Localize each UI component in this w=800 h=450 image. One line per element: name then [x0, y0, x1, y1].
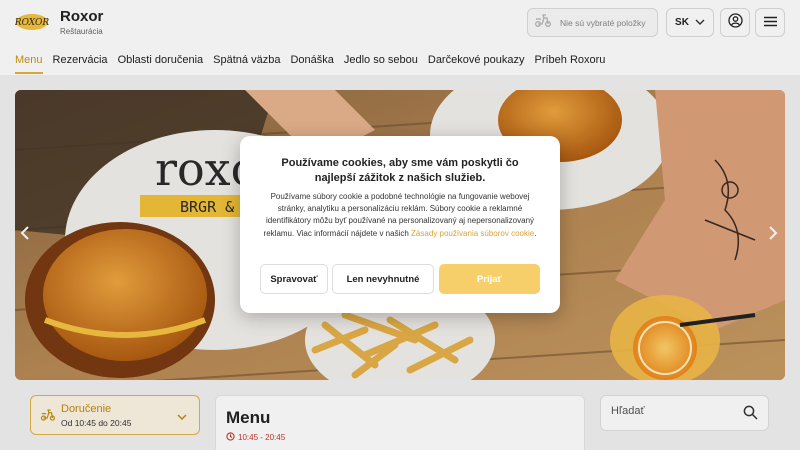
cookie-consent-dialog: Používame cookies, aby sme vám poskytli …	[240, 136, 560, 313]
necessary-only-button[interactable]: Len nevyhnutné	[332, 264, 434, 294]
cookie-policy-link[interactable]: Zásady používania súborov cookie	[411, 229, 534, 238]
manage-cookies-button[interactable]: Spravovať	[260, 264, 328, 294]
cookie-title: Používame cookies, aby sme vám poskytli …	[281, 157, 519, 184]
cookie-body: Používame súbory cookie a podobné techno…	[258, 191, 542, 240]
cookie-body-end: .	[534, 228, 537, 238]
accept-cookies-button[interactable]: Prijať	[439, 264, 540, 294]
